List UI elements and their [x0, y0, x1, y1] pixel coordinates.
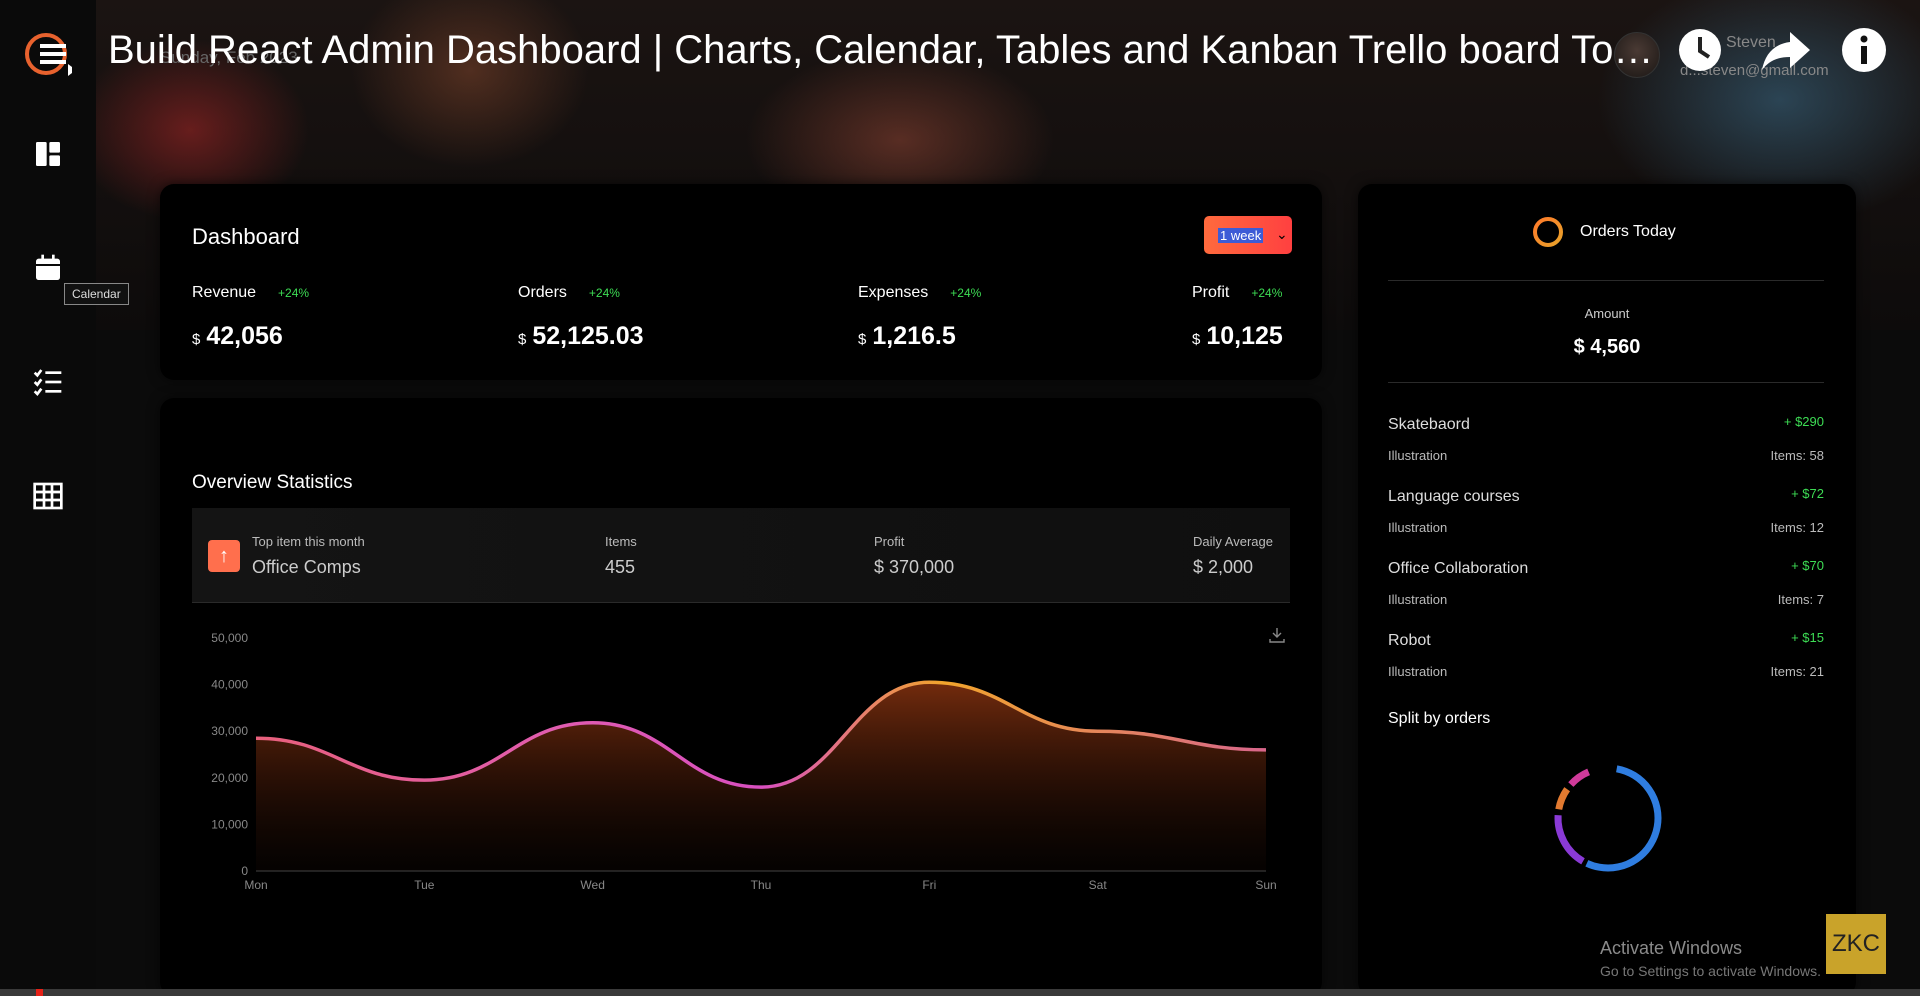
donut-segment-purple [1554, 764, 1662, 872]
x-tick-label: Tue [414, 878, 435, 892]
daily-average-stat: Daily Average $ 2,000 [1193, 534, 1273, 577]
metric-change: +24% [950, 286, 982, 300]
channel-watermark: ZKC [1826, 914, 1886, 974]
x-tick-label: Sun [1255, 878, 1276, 892]
dashboard-icon[interactable] [32, 138, 64, 170]
metric-value: $42,056 [192, 322, 283, 350]
orders-today-title: Orders Today [1580, 223, 1676, 240]
x-tick-label: Wed [580, 878, 604, 892]
info-icon[interactable] [1840, 26, 1888, 74]
x-tick-label: Sat [1089, 878, 1108, 892]
donut-segment-pink [1554, 764, 1662, 872]
y-tick-label: 30,000 [211, 724, 248, 738]
overview-card: Overview Statistics ↑ Top item this mont… [160, 398, 1322, 996]
metric-expenses: Expenses +24% $1,216.5 [858, 284, 982, 350]
x-tick-label: Thu [751, 878, 772, 892]
metric-value: $10,125 [1192, 322, 1283, 350]
amount-value: $ 4,560 [1573, 336, 1641, 358]
overview-chart: 0 10,000 20,000 30,000 40,000 50,000 Mon Tue We… [211, 631, 1276, 892]
list-item[interactable]: Skatebaord + $290 Illustration Items: 58 [1388, 414, 1824, 463]
y-tick-label: 50,000 [211, 631, 248, 645]
share-icon[interactable] [1760, 26, 1812, 74]
dashboard-card: Dashboard 1 week ⌄ Revenue +24% $42,056 O… [160, 184, 1322, 380]
split-by-orders-title: Split by orders [1388, 710, 1491, 727]
overview-title: Overview Statistics [192, 472, 353, 493]
list-item[interactable]: Office Collaboration + $70 Illustration … [1388, 558, 1824, 607]
x-tick-label: Fri [922, 878, 936, 892]
windows-activation-notice: Activate Windows Go to Settings to activ… [1600, 938, 1821, 979]
video-title[interactable]: Build React Admin Dashboard | Charts, Ca… [108, 28, 1658, 73]
amount-label: Amount [1584, 306, 1630, 321]
checklist-icon[interactable] [32, 366, 64, 398]
metric-change: +24% [1251, 286, 1283, 300]
divider [192, 602, 1290, 603]
metric-change: +24% [588, 286, 620, 300]
table-icon[interactable] [32, 480, 64, 512]
app-logo-icon[interactable] [24, 30, 72, 78]
period-select-value: 1 week [1218, 228, 1264, 243]
watch-later-icon[interactable] [1676, 26, 1724, 74]
list-item[interactable]: Robot + $15 Illustration Items: 21 [1388, 630, 1824, 679]
chart-area [256, 682, 1266, 871]
arrow-up-icon: ↑ [208, 540, 240, 572]
metric-value: $52,125.03 [518, 322, 644, 350]
metric-change: +24% [278, 286, 310, 300]
calendar-icon[interactable] [32, 252, 64, 284]
chevron-down-icon: ⌄ [1276, 226, 1288, 242]
top-item-stat: Top item this month Office Comps [252, 534, 365, 577]
y-tick-label: 0 [241, 864, 248, 878]
metric-revenue: Revenue +24% $42,056 [192, 284, 310, 350]
metric-orders: Orders +24% $52,125.03 [518, 284, 644, 350]
items-stat: Items 455 [605, 534, 637, 577]
profit-stat: Profit $ 370,000 [874, 534, 955, 577]
orders-today-card: Orders Today Amount $ 4,560 Skatebaord +… [1358, 184, 1856, 996]
dashboard-title: Dashboard [192, 224, 300, 249]
y-tick-label: 20,000 [211, 771, 248, 785]
sidebar-tooltip: Calendar [64, 283, 129, 305]
period-select[interactable]: 1 week ⌄ [1204, 216, 1292, 254]
divider [1388, 382, 1824, 383]
y-tick-label: 40,000 [211, 678, 248, 692]
orders-ring-icon [1533, 217, 1563, 247]
metric-value: $1,216.5 [858, 322, 956, 350]
donut-segment-orange [1554, 764, 1662, 872]
video-progress-bar[interactable] [0, 989, 1920, 996]
split-donut-chart [1554, 764, 1662, 872]
sidebar: Calendar [0, 0, 129, 996]
metric-profit: Profit +24% $10,125 [1192, 284, 1283, 350]
video-progress-fill [36, 989, 44, 996]
list-item[interactable]: Language courses + $72 Illustration Item… [1388, 486, 1824, 535]
y-tick-label: 10,000 [211, 817, 248, 831]
top-item-summary: ↑ Top item this month Office Comps Items… [192, 508, 1290, 602]
divider [1388, 280, 1824, 281]
x-tick-label: Mon [244, 878, 267, 892]
donut-segment-blue [1554, 764, 1662, 872]
